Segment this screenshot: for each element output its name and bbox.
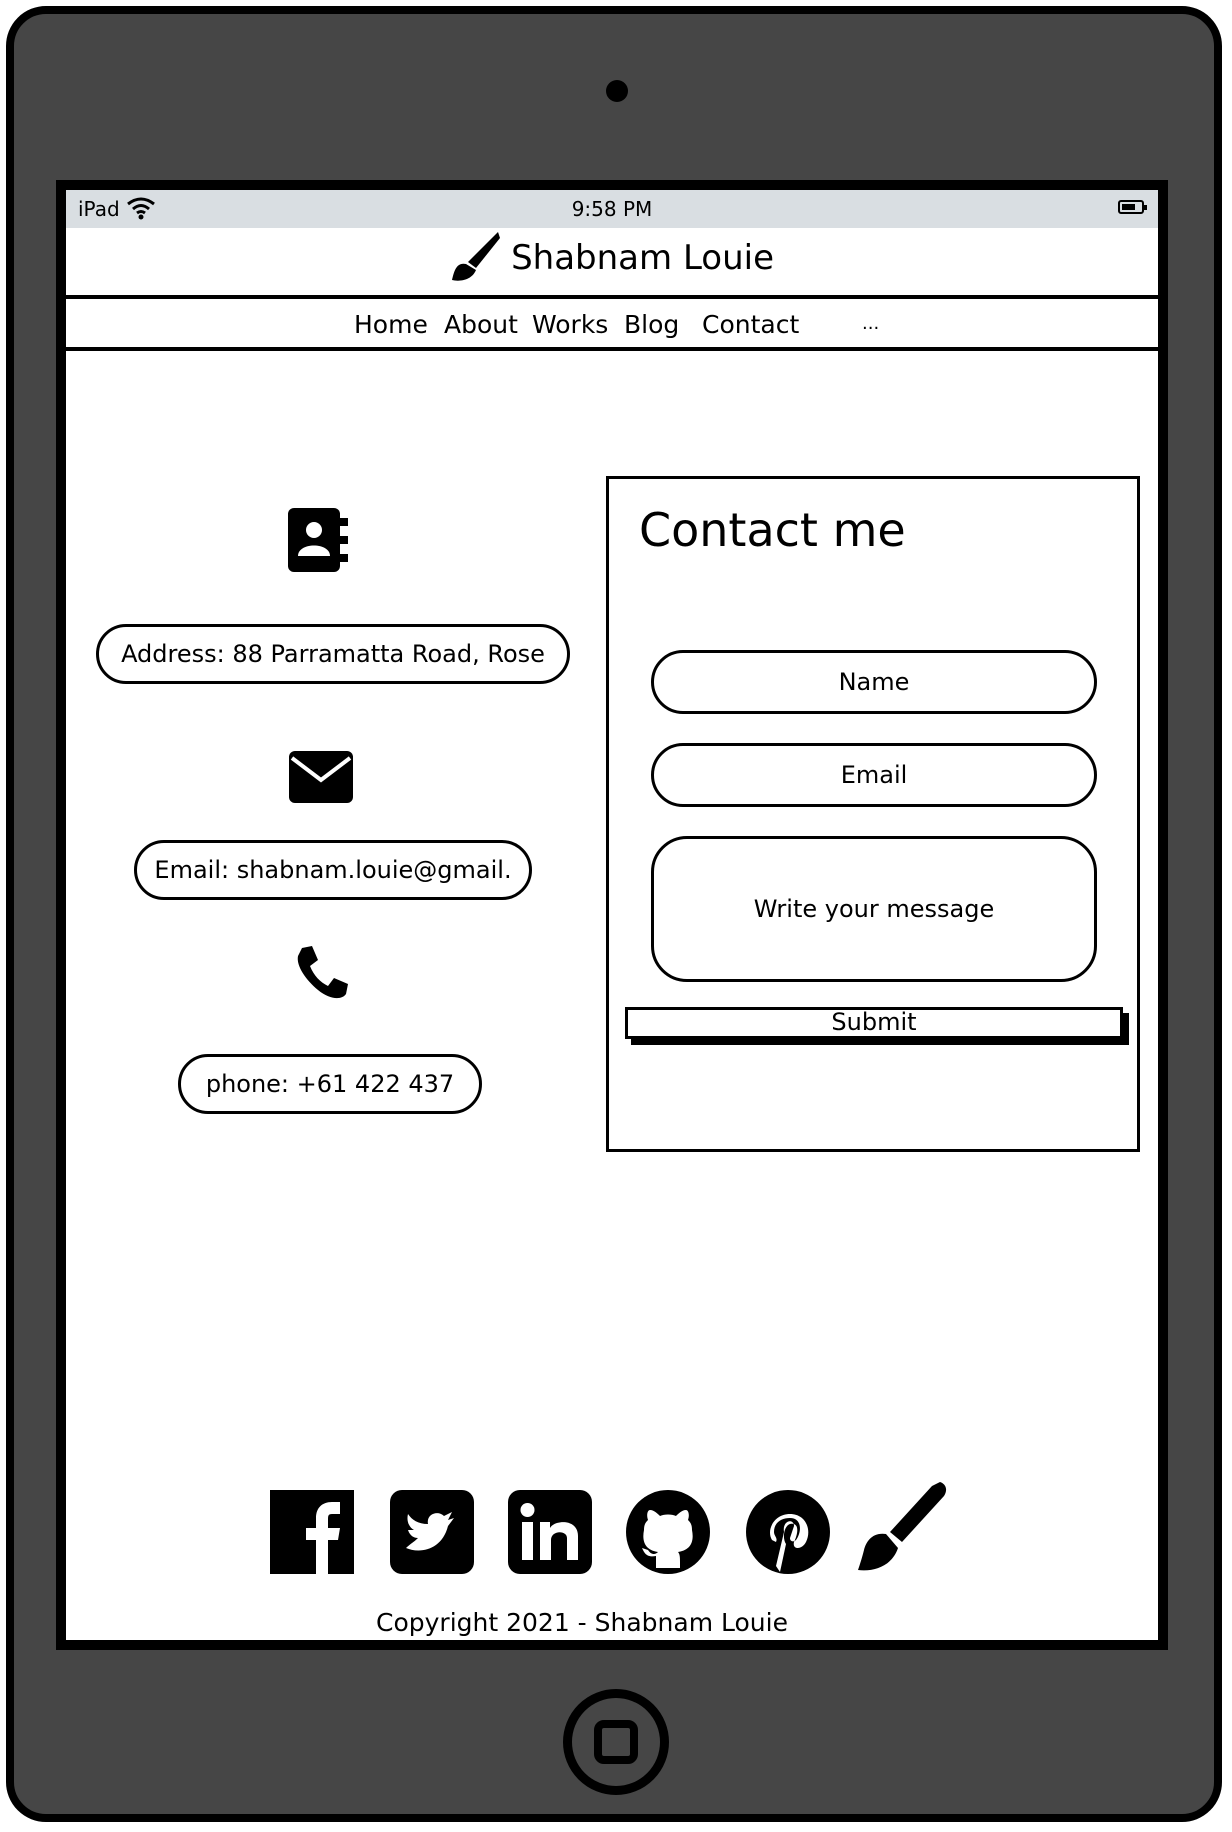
status-time: 9:58 PM xyxy=(571,197,653,221)
address-book-icon xyxy=(288,508,348,572)
nav-about[interactable]: About xyxy=(444,310,518,339)
submit-button[interactable]: Submit xyxy=(625,1007,1123,1039)
nav-more[interactable]: ... xyxy=(862,313,879,334)
site-header[interactable]: Shabnam Louie xyxy=(66,230,1158,290)
battery-icon xyxy=(1118,200,1147,214)
main-nav: Home About Works Blog Contact ... xyxy=(66,295,1158,351)
form-title: Contact me xyxy=(639,503,906,557)
brand-name: Shabnam Louie xyxy=(511,238,774,278)
name-input[interactable]: Name xyxy=(651,650,1097,714)
envelope-icon xyxy=(289,751,353,803)
screen: iPad 9:58 PM Shabnam Louie Home About Wo… xyxy=(56,180,1168,1650)
camera-dot xyxy=(606,80,628,102)
paintbrush-icon[interactable] xyxy=(856,1480,950,1576)
nav-contact[interactable]: Contact xyxy=(702,310,799,339)
home-square-icon xyxy=(594,1720,638,1764)
message-textarea[interactable]: Write your message xyxy=(651,836,1097,982)
pinterest-icon[interactable] xyxy=(746,1490,830,1574)
copyright-text: Copyright 2021 - Shabnam Louie xyxy=(376,1608,788,1637)
address-field: Address: 88 Parramatta Road, Rose xyxy=(96,624,570,684)
nav-home[interactable]: Home xyxy=(354,310,428,339)
twitter-icon[interactable] xyxy=(390,1490,474,1574)
nav-blog[interactable]: Blog xyxy=(624,310,679,339)
email-info: Email: shabnam.louie@gmail. xyxy=(134,840,532,900)
home-button[interactable] xyxy=(563,1689,669,1795)
paintbrush-icon xyxy=(451,232,500,281)
contact-form: Contact me Name Email Write your message… xyxy=(606,476,1140,1152)
status-bar: iPad 9:58 PM xyxy=(66,190,1158,228)
phone-info: phone: +61 422 437 xyxy=(178,1054,482,1114)
nav-works[interactable]: Works xyxy=(532,310,608,339)
github-icon[interactable] xyxy=(626,1490,710,1574)
facebook-icon[interactable] xyxy=(270,1490,354,1574)
email-input[interactable]: Email xyxy=(651,743,1097,807)
linkedin-icon[interactable] xyxy=(508,1490,592,1574)
phone-icon xyxy=(297,946,348,999)
